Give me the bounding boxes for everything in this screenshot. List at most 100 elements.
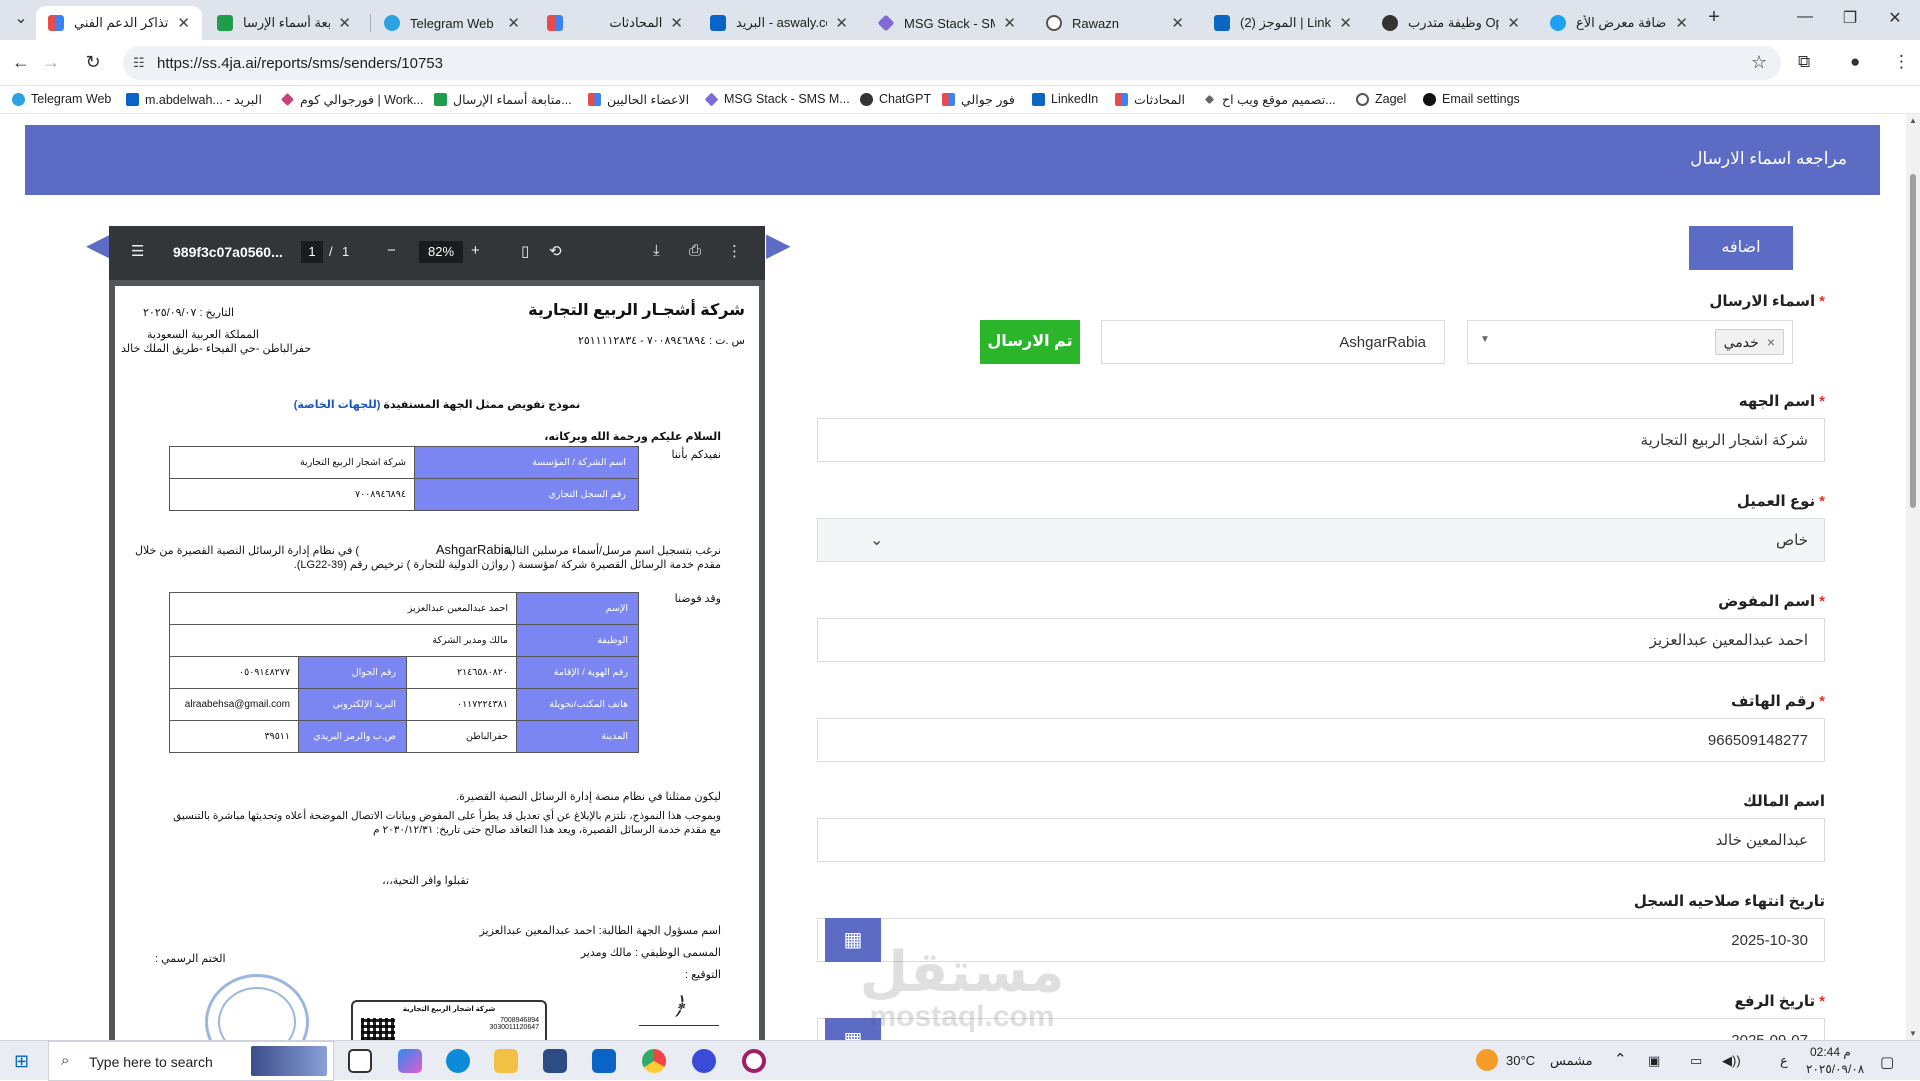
calendar-icon[interactable]: ▦ xyxy=(825,1018,881,1040)
close-icon[interactable]: ✕ xyxy=(1339,14,1352,32)
copilot-icon[interactable] xyxy=(398,1049,422,1073)
task-view-icon[interactable] xyxy=(348,1049,372,1073)
close-icon[interactable]: ✕ xyxy=(177,14,190,32)
extensions-icon[interactable]: ⧉ xyxy=(1798,52,1810,72)
close-icon[interactable]: ✕ xyxy=(1675,14,1688,32)
calendar-icon[interactable]: ▦ xyxy=(825,918,881,962)
tab-support-tickets[interactable]: تذاكر الدعم الفني ✕ xyxy=(36,6,202,40)
bookmark-conversations[interactable]: المحادثات xyxy=(1115,92,1185,107)
register-expiry-input[interactable]: 2025-10-30 xyxy=(817,918,1825,962)
tab-mail[interactable]: البريد - aswaly.com ✕ xyxy=(698,6,860,40)
bookmark-label: Telegram Web xyxy=(31,92,112,106)
zoom-in-icon[interactable]: + xyxy=(471,242,480,259)
phone-link-icon[interactable]: ▣ xyxy=(1648,1053,1660,1069)
file-explorer-icon[interactable] xyxy=(494,1049,518,1073)
scroll-up-arrow[interactable]: ▲ xyxy=(1909,116,1917,125)
input-language[interactable]: ع xyxy=(1780,1053,1788,1069)
opera-icon[interactable] xyxy=(742,1049,766,1073)
tab-sender-tracking[interactable]: متابعة أسماء الإرسا ✕ xyxy=(205,6,363,40)
taskbar-search[interactable]: ⌕ Type here to search xyxy=(48,1041,334,1081)
phone-input[interactable]: 966509148277 xyxy=(817,718,1825,762)
dropdown-caret-icon[interactable]: ▼ xyxy=(1480,334,1490,345)
bookmark-forjawaly[interactable]: فور جوالي xyxy=(942,92,1015,107)
chevron-up-icon[interactable]: ⌃ xyxy=(1614,1050,1627,1068)
entity-name-input[interactable]: شركة اشجار الربيع التجارية xyxy=(817,418,1825,462)
sender-name-input[interactable]: AshgarRabia xyxy=(1101,320,1445,364)
forward-icon[interactable]: → xyxy=(40,52,62,73)
bookmark-star-icon[interactable]: ☆ xyxy=(1751,52,1767,73)
close-icon[interactable]: ✕ xyxy=(1507,14,1520,32)
bookmark-forjawaly-work[interactable]: فورجوالي كوم | Work... xyxy=(281,92,424,107)
close-icon[interactable]: ✕ xyxy=(835,14,848,32)
bookmark-sender-tracking[interactable]: متابعة أسماء الإرسال... xyxy=(434,92,572,107)
windows-start-icon[interactable]: ⊞ xyxy=(14,1051,29,1072)
bookmark-telegram[interactable]: Telegram Web xyxy=(12,92,111,106)
menu-icon[interactable]: ⋮ xyxy=(1893,52,1910,72)
weather-icon[interactable] xyxy=(1476,1049,1498,1071)
outlook-icon[interactable] xyxy=(592,1049,616,1073)
close-icon[interactable]: ✕ xyxy=(670,14,683,32)
tab-telegram[interactable]: Telegram Web ✕ xyxy=(372,6,532,40)
scroll-thumb[interactable] xyxy=(1910,174,1916,508)
bookmark-linkedin[interactable]: LinkedIn xyxy=(1032,92,1098,106)
minimize-icon[interactable]: — xyxy=(1785,8,1825,32)
zoom-out-icon[interactable]: − xyxy=(387,242,396,259)
edge-icon[interactable] xyxy=(446,1049,470,1073)
new-tab-button[interactable]: + xyxy=(1694,6,1734,30)
chip-remove-icon[interactable]: × xyxy=(1767,334,1775,350)
close-window-icon[interactable]: ✕ xyxy=(1875,8,1915,32)
tab-search-icon[interactable]: ⌄ xyxy=(6,8,36,32)
volume-icon[interactable]: ◀)) xyxy=(1722,1053,1741,1069)
back-icon[interactable]: ← xyxy=(10,52,32,73)
close-icon[interactable]: ✕ xyxy=(507,14,520,32)
tab-linkedin[interactable]: (2) الموجز | LinkedIn ✕ xyxy=(1202,6,1364,40)
sent-done-button[interactable]: تم الارسال xyxy=(980,320,1080,364)
scroll-down-arrow[interactable]: ▼ xyxy=(1909,1029,1917,1038)
store-icon[interactable] xyxy=(543,1049,567,1073)
bookmark-msg-stack[interactable]: MSG Stack - SMS M... xyxy=(704,92,850,106)
upload-date-input[interactable]: 2025-09-07 xyxy=(817,1018,1825,1040)
next-document-arrow[interactable]: ▶ xyxy=(766,228,791,260)
app-grid-icon xyxy=(547,15,563,31)
bookmark-chatgpt[interactable]: ChatGPT xyxy=(860,92,931,106)
bookmark-email-settings[interactable]: Email settings xyxy=(1423,92,1520,106)
restore-icon[interactable]: ❐ xyxy=(1830,8,1870,32)
address-bar[interactable]: ☷ https://ss.4ja.ai/reports/sms/senders/… xyxy=(123,46,1781,80)
fit-page-icon[interactable]: ▯ xyxy=(521,242,529,260)
tab-msg-stack[interactable]: MSG Stack - SMS ✕ xyxy=(866,6,1028,40)
tab-conversations[interactable]: المحادثات ✕ xyxy=(535,6,695,40)
pdf-page-input[interactable]: 1 xyxy=(301,241,323,263)
bookmark-mail[interactable]: m.abdelwah... - البريد xyxy=(126,92,262,107)
download-icon[interactable]: ⤓ xyxy=(653,242,660,259)
more-options-icon[interactable]: ⋮ xyxy=(727,242,742,260)
close-icon[interactable]: ✕ xyxy=(338,14,351,32)
profile-avatar[interactable]: ● xyxy=(1850,52,1860,72)
bookmark-members[interactable]: الاعضاء الحاليين xyxy=(588,92,689,107)
pdf-menu-icon[interactable]: ☰ xyxy=(131,242,144,260)
signature-scribble: ﴿ xyxy=(639,992,719,1026)
reload-icon[interactable]: ↻ xyxy=(82,52,104,73)
tab-portfolio[interactable]: إضافة معرض الأع ✕ xyxy=(1538,6,1700,40)
rotate-icon[interactable]: ⟲ xyxy=(549,242,562,260)
notification-icon[interactable]: ▢ xyxy=(1880,1053,1894,1071)
close-icon[interactable]: ✕ xyxy=(1003,14,1016,32)
bookmark-web-design[interactable]: تصميم موقع ويب اح... xyxy=(1203,92,1336,107)
add-button[interactable]: اضافه xyxy=(1689,226,1793,270)
print-icon[interactable]: ⎙ xyxy=(689,242,701,259)
site-info-icon[interactable]: ☷ xyxy=(133,55,145,71)
owner-name-input[interactable]: عبدالمعين خالد xyxy=(817,818,1825,862)
client-type-select[interactable]: خاص ⌄ xyxy=(817,518,1825,562)
tab-ops-trainee[interactable]: وظيفة متدرب Ops ✕ xyxy=(1370,6,1532,40)
network-icon[interactable]: ▭ xyxy=(1690,1053,1702,1069)
prev-document-arrow[interactable]: ◀ xyxy=(86,228,111,260)
app-icon[interactable] xyxy=(692,1049,716,1073)
close-icon[interactable]: ✕ xyxy=(1171,14,1184,32)
tab-rawazn[interactable]: Rawazn ✕ xyxy=(1034,6,1196,40)
page-scrollbar[interactable]: ▲ ▼ xyxy=(1906,114,1920,1040)
bookmark-zagel[interactable]: Zagel xyxy=(1356,92,1406,106)
sender-type-select[interactable]: × خدمي ▼ xyxy=(1467,320,1793,364)
delegate-name-input[interactable]: احمد عبدالمعين عبدالعزيز xyxy=(817,618,1825,662)
pdf-zoom-input[interactable]: 82% xyxy=(419,241,463,263)
weather-temp: 30°C xyxy=(1506,1053,1536,1068)
chrome-icon[interactable] xyxy=(642,1049,666,1073)
